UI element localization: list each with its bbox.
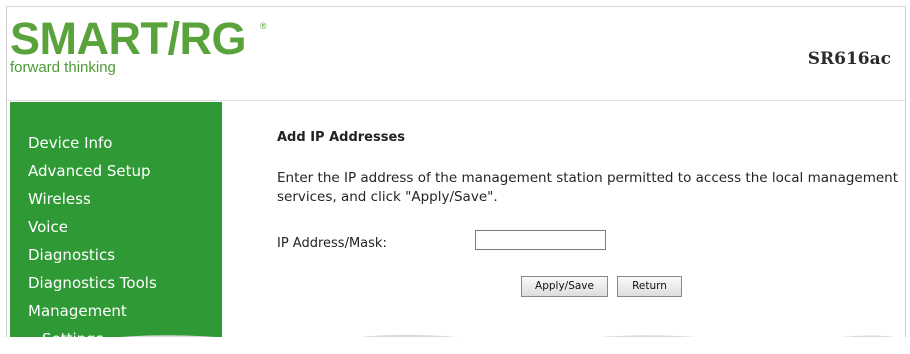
sidebar-item-diagnostics[interactable]: Diagnostics (28, 246, 115, 264)
return-button[interactable]: Return (617, 276, 682, 297)
registered-mark: ® (260, 21, 267, 31)
header: SMART/RG ® forward thinking SR616ac (7, 7, 905, 93)
sidebar-item-device-info[interactable]: Device Info (28, 134, 112, 152)
browser-page: SMART/RG ® forward thinking SR616ac Devi… (6, 6, 906, 341)
ip-address-mask-input[interactable] (475, 230, 606, 250)
logo-text: SMART/RG (10, 13, 247, 64)
page-title: Add IP Addresses (277, 130, 406, 145)
ip-address-mask-label: IP Address/Mask: (277, 236, 387, 251)
brand-tagline: forward thinking (10, 59, 116, 76)
header-divider (7, 100, 905, 101)
sidebar-item-wireless[interactable]: Wireless (28, 190, 91, 208)
device-model: SR616ac (807, 49, 891, 69)
smartrg-logo: SMART/RG ® (10, 13, 267, 64)
sidebar: Device Info Advanced Setup Wireless Voic… (10, 102, 222, 341)
main-content: Add IP Addresses Enter the IP address of… (277, 122, 905, 341)
sidebar-item-advanced-setup[interactable]: Advanced Setup (28, 162, 151, 180)
apply-save-button[interactable]: Apply/Save (521, 276, 608, 297)
sidebar-item-voice[interactable]: Voice (28, 218, 68, 236)
page-description: Enter the IP address of the management s… (277, 170, 899, 205)
sidebar-item-diagnostics-tools[interactable]: Diagnostics Tools (28, 274, 157, 292)
torn-page-edge (0, 337, 910, 354)
sidebar-item-management[interactable]: Management (28, 302, 127, 320)
